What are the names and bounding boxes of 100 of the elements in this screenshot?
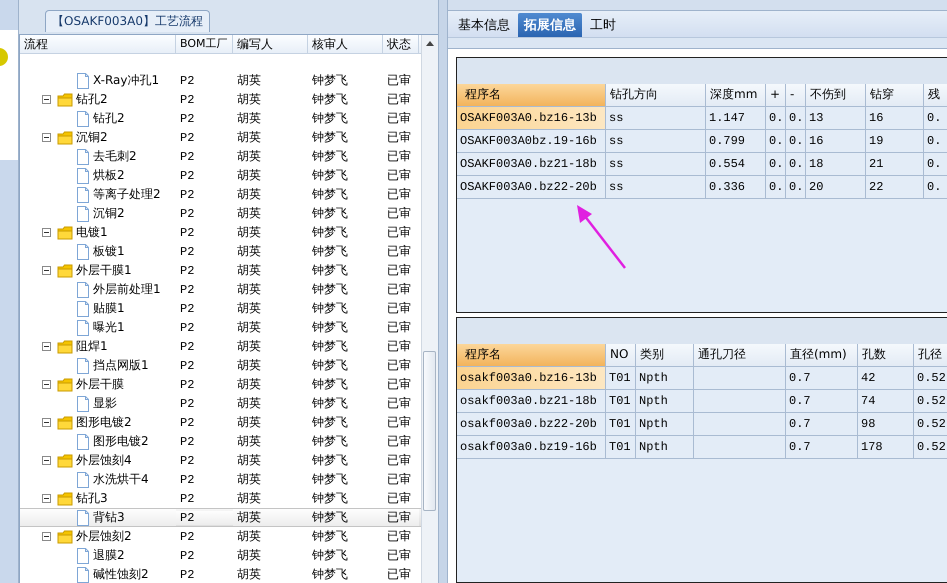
collapse-icon[interactable] <box>42 228 51 237</box>
table-cell[interactable]: osakf003a0.bz16-13b <box>457 367 606 390</box>
table-cell-text: 胡英 <box>236 281 262 298</box>
tree-row[interactable]: 钻孔2 P2 胡英 钟梦飞 已审 <box>20 90 421 109</box>
column-header[interactable]: 深度mm <box>706 84 766 107</box>
column-header[interactable]: - <box>786 84 806 107</box>
tab[interactable]: 拓展信息 <box>518 13 582 37</box>
tab[interactable]: 工时 <box>584 13 622 37</box>
collapse-icon[interactable] <box>42 418 51 427</box>
scrollbar[interactable] <box>421 35 438 583</box>
column-header[interactable]: 核审人 <box>308 35 383 53</box>
collapse-icon[interactable] <box>42 95 51 104</box>
tree-row[interactable]: 钻孔2 P2 胡英 钟梦飞 已审 <box>20 109 421 128</box>
tree-row[interactable]: 曝光1 P2 胡英 钟梦飞 已审 <box>20 318 421 337</box>
table-cell[interactable]: OSAKF003A0bz.19-16b <box>457 130 606 153</box>
table-cell-text: 胡英 <box>236 262 262 279</box>
table-cell-text: P2 <box>179 320 196 334</box>
table-cell: 0.554 <box>706 153 766 176</box>
column-header[interactable]: 类别 <box>636 344 694 367</box>
table-cell[interactable]: osakf003a0.bz21-18b <box>457 390 606 413</box>
table-cell: T01 <box>606 390 636 413</box>
tree-row[interactable]: 等离子处理2 P2 胡英 钟梦飞 已审 <box>20 185 421 204</box>
column-header[interactable]: 钻孔方向 <box>606 84 706 107</box>
table-cell-text: 钟梦飞 <box>311 566 349 583</box>
table-cell: 已审 <box>383 509 419 526</box>
folder-icon <box>57 130 73 144</box>
scroll-thumb[interactable] <box>423 351 436 511</box>
table-cell: Npth <box>636 367 694 390</box>
tree-row[interactable]: 沉铜2 P2 胡英 钟梦飞 已审 <box>20 204 421 223</box>
tree-row[interactable]: 外层干膜1 P2 胡英 钟梦飞 已审 <box>20 261 421 280</box>
column-header[interactable]: 程序名 <box>457 344 606 367</box>
folder-icon <box>57 530 73 544</box>
collapse-icon[interactable] <box>42 133 51 142</box>
table-cell-text: P2 <box>179 302 196 316</box>
tree-row[interactable]: 显影 P2 胡英 钟梦飞 已审 <box>20 394 421 413</box>
column-header[interactable]: + <box>766 84 786 107</box>
table-cell-text: 钟梦飞 <box>311 547 349 564</box>
column-header[interactable]: 流程 <box>20 35 176 53</box>
table-cell-text: 已审 <box>386 224 412 241</box>
tree-row[interactable]: 碱性蚀刻2 P2 胡英 钟梦飞 已审 <box>20 565 421 583</box>
column-header[interactable]: 孔数 <box>858 344 914 367</box>
column-header[interactable]: 直径(mm) <box>786 344 858 367</box>
tree-row[interactable]: 贴膜1 P2 胡英 钟梦飞 已审 <box>20 299 421 318</box>
tree-row[interactable]: 外层蚀刻4 P2 胡英 钟梦飞 已审 <box>20 451 421 470</box>
document-icon <box>76 110 90 126</box>
document-icon <box>76 548 90 564</box>
collapse-icon[interactable] <box>42 380 51 389</box>
column-header[interactable]: 通孔刀径 <box>694 344 786 367</box>
table-cell-text: 钟梦飞 <box>311 91 349 108</box>
tree-row[interactable]: 背钻3 P2 胡英 钟梦飞 已审 <box>20 508 421 527</box>
column-header[interactable]: NO <box>606 344 636 367</box>
tree-row[interactable]: 外层干膜 P2 胡英 钟梦飞 已审 <box>20 375 421 394</box>
tree-row[interactable]: 图形电镀2 P2 胡英 钟梦飞 已审 <box>20 432 421 451</box>
document-icon <box>76 472 90 488</box>
column-header[interactable]: 不伤到 <box>806 84 866 107</box>
table-cell: 21 <box>866 153 924 176</box>
table-cell: 0.. <box>766 153 786 176</box>
tree-row[interactable]: 去毛刺2 P2 胡英 钟梦飞 已审 <box>20 147 421 166</box>
table-cell: 18 <box>806 153 866 176</box>
tree-row[interactable]: 水洗烘干4 P2 胡英 钟梦飞 已审 <box>20 470 421 489</box>
table-cell-text: 已审 <box>386 471 412 488</box>
tree-row[interactable]: 外层前处理1 P2 胡英 钟梦飞 已审 <box>20 280 421 299</box>
document-icon <box>76 72 90 88</box>
tree-row[interactable]: 退膜2 P2 胡英 钟梦飞 已审 <box>20 546 421 565</box>
tree-row[interactable]: 沉铜2 P2 胡英 钟梦飞 已审 <box>20 128 421 147</box>
table-cell[interactable]: OSAKF003A0.bz22-20b <box>457 176 606 199</box>
column-header[interactable]: 残 <box>924 84 947 107</box>
tree-row[interactable]: X-Ray冲孔1 P2 胡英 钟梦飞 已审 <box>20 71 421 90</box>
tree-label: 去毛刺2 <box>93 148 137 165</box>
tree-row[interactable]: 钻孔3 P2 胡英 钟梦飞 已审 <box>20 489 421 508</box>
column-header[interactable]: 程序名 <box>457 84 606 107</box>
collapse-icon[interactable] <box>42 266 51 275</box>
table-cell[interactable]: OSAKF003A0.bz16-13b <box>457 107 606 130</box>
collapse-icon[interactable] <box>42 456 51 465</box>
table-cell: P2 <box>176 510 233 524</box>
tree-row[interactable]: 挡点网版1 P2 胡英 钟梦飞 已审 <box>20 356 421 375</box>
column-header[interactable]: 钻穿 <box>866 84 924 107</box>
tree-row[interactable]: 外层蚀刻2 P2 胡英 钟梦飞 已审 <box>20 527 421 546</box>
table-cell-text: 胡英 <box>236 129 262 146</box>
tree-label: 外层干膜1 <box>76 262 132 279</box>
table-cell[interactable]: OSAKF003A0.bz21-18b <box>457 153 606 176</box>
table-cell[interactable]: osakf003a0.bz22-20b <box>457 413 606 436</box>
table-cell-text: 胡英 <box>236 205 262 222</box>
tree-row[interactable]: 电镀1 P2 胡英 钟梦飞 已审 <box>20 223 421 242</box>
tree-label: 沉铜2 <box>93 205 125 222</box>
column-header[interactable]: 孔径 <box>914 344 947 367</box>
tree-row[interactable]: 阻焊1 P2 胡英 钟梦飞 已审 <box>20 337 421 356</box>
column-header[interactable]: 状态 <box>383 35 419 53</box>
collapse-icon[interactable] <box>42 532 51 541</box>
table-cell-text: 已审 <box>386 319 412 336</box>
column-header[interactable]: BOM工厂 <box>176 35 233 53</box>
tree-row[interactable]: 图形电镀2 P2 胡英 钟梦飞 已审 <box>20 413 421 432</box>
column-header[interactable]: 编写人 <box>233 35 308 53</box>
tab[interactable]: 基本信息 <box>452 13 516 37</box>
collapse-icon[interactable] <box>42 494 51 503</box>
table-cell-text: 胡英 <box>236 319 262 336</box>
collapse-icon[interactable] <box>42 342 51 351</box>
tree-row[interactable]: 板镀1 P2 胡英 钟梦飞 已审 <box>20 242 421 261</box>
tree-row[interactable]: 烘板2 P2 胡英 钟梦飞 已审 <box>20 166 421 185</box>
table-cell[interactable]: osakf003a0.bz19-16b <box>457 436 606 459</box>
